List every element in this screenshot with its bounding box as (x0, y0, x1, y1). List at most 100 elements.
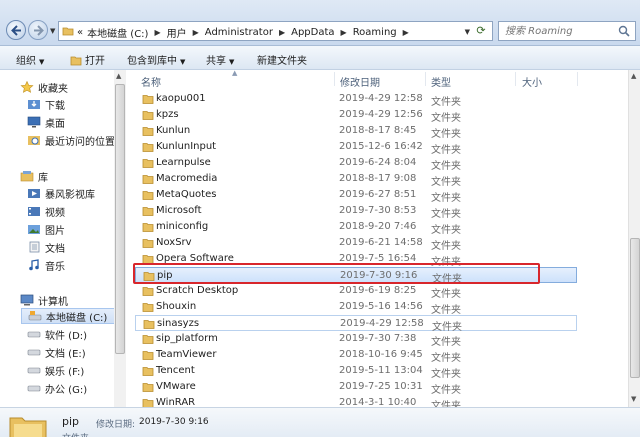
file-type: 文件夹 (431, 209, 461, 220)
column-date[interactable]: 修改日期 (340, 74, 380, 89)
file-row[interactable]: Tencent 2019-5-11 13:04 文件夹 (135, 363, 577, 380)
nav-drive-e[interactable]: 文档 (E:) (27, 344, 86, 360)
file-row[interactable]: Opera Software 2019-7-5 16:54 文件夹 (135, 251, 577, 268)
file-row[interactable]: pip 2019-7-30 9:16 文件夹 (135, 267, 577, 285)
file-list-scrollbar[interactable]: ▲ ▼ (628, 70, 640, 407)
column-divider[interactable] (515, 72, 516, 86)
organize-menu[interactable]: 组织 ▼ (16, 52, 44, 67)
share-menu[interactable]: 共享 ▼ (206, 52, 234, 67)
breadcrumb-appdata[interactable]: AppData (291, 27, 334, 38)
nav-drive-c[interactable]: 本地磁盘 (C:) (21, 308, 115, 324)
breadcrumb-overflow[interactable]: « (77, 27, 83, 38)
drive-icon (27, 331, 41, 338)
include-in-library-menu[interactable]: 包含到库中 ▼ (127, 52, 185, 67)
file-row[interactable]: KunlunInput 2015-12-6 16:42 文件夹 (135, 139, 577, 156)
search-input[interactable] (505, 24, 613, 38)
file-row[interactable]: Scratch Desktop 2019-6-19 8:25 文件夹 (135, 283, 577, 300)
forward-button[interactable] (28, 20, 48, 40)
file-type: 文件夹 (431, 225, 461, 236)
nav-recent-label: 最近访问的位置 (45, 136, 115, 148)
file-type: 文件夹 (431, 129, 461, 140)
folder-icon (142, 207, 154, 216)
organize-label: 组织 (16, 56, 36, 67)
nav-computer[interactable]: 计算机 (20, 292, 68, 308)
file-row[interactable]: NoxSrv 2019-6-21 14:58 文件夹 (135, 235, 577, 252)
address-bar[interactable]: « 本地磁盘 (C:) ▶ 用户 ▶ Administrator ▶ AppDa… (58, 21, 493, 41)
column-divider[interactable] (334, 72, 335, 86)
file-row[interactable]: WinRAR 2014-3-1 10:40 文件夹 (135, 395, 577, 407)
file-row[interactable]: MetaQuotes 2019-6-27 8:51 文件夹 (135, 187, 577, 204)
nav-drive-d[interactable]: 软件 (D:) (27, 326, 87, 342)
file-row[interactable]: kaopu001 2019-4-29 12:58 文件夹 (135, 91, 577, 108)
back-button[interactable] (6, 20, 26, 40)
breadcrumb-administrator[interactable]: Administrator (205, 27, 273, 38)
open-button[interactable]: 打开 (70, 52, 105, 67)
file-row[interactable]: Macromedia 2018-8-17 9:08 文件夹 (135, 171, 577, 188)
command-toolbar: 组织 ▼ 打开 包含到库中 ▼ 共享 ▼ 新建文件夹 (0, 46, 640, 70)
nav-downloads[interactable]: 下载 (27, 96, 65, 112)
file-name: Macromedia (156, 173, 218, 184)
file-row[interactable]: VMware 2019-7-25 10:31 文件夹 (135, 379, 577, 396)
file-row[interactable]: Kunlun 2018-8-17 8:45 文件夹 (135, 123, 577, 140)
new-folder-button[interactable]: 新建文件夹 (257, 52, 307, 67)
breadcrumb: « 本地磁盘 (C:) ▶ 用户 ▶ Administrator ▶ AppDa… (77, 25, 415, 40)
file-row[interactable]: Learnpulse 2019-6-24 8:04 文件夹 (135, 155, 577, 172)
chevron-right-icon[interactable]: ▶ (154, 28, 160, 37)
chevron-right-icon[interactable]: ▶ (193, 28, 199, 37)
search-icon[interactable] (618, 25, 630, 37)
file-row[interactable]: miniconfig 2018-9-20 7:46 文件夹 (135, 219, 577, 236)
nav-pictures[interactable]: 图片 (27, 221, 65, 237)
video-icon (28, 207, 40, 216)
file-date: 2019-6-21 14:58 (339, 237, 423, 248)
nav-music[interactable]: 音乐 (27, 257, 65, 273)
column-divider[interactable] (425, 72, 426, 86)
file-date: 2018-9-20 7:46 (339, 221, 417, 232)
column-divider[interactable] (577, 72, 578, 86)
nav-drive-g[interactable]: 办公 (G:) (27, 380, 87, 396)
details-pane: pip 修改日期: 2019-7-30 9:16 文件夹 (0, 407, 640, 437)
chevron-right-icon[interactable]: ▶ (341, 28, 347, 37)
file-date: 2018-8-17 9:08 (339, 173, 417, 184)
breadcrumb-users[interactable]: 用户 (167, 25, 187, 40)
nav-documents[interactable]: 文档 (27, 239, 65, 255)
search-box[interactable] (498, 21, 636, 41)
nav-desktop[interactable]: 桌面 (27, 114, 65, 130)
nav-videos[interactable]: 视频 (27, 203, 65, 219)
file-list-scroll-thumb[interactable] (630, 238, 640, 378)
chevron-right-icon[interactable]: ▶ (403, 28, 409, 37)
file-date: 2019-7-30 8:53 (339, 205, 417, 216)
scroll-down-icon[interactable]: ▼ (631, 395, 636, 403)
file-row[interactable]: kpzs 2019-4-29 12:56 文件夹 (135, 107, 577, 124)
address-dropdown-icon[interactable]: ▼ (465, 28, 470, 36)
column-name[interactable]: 名称 (141, 74, 161, 89)
column-type[interactable]: 类型 (431, 74, 451, 89)
file-row[interactable]: sinasyzs 2019-4-29 12:58 文件夹 (135, 315, 577, 333)
file-date: 2019-6-19 8:25 (339, 285, 417, 296)
picture-icon (28, 225, 40, 234)
nav-favorites[interactable]: 收藏夹 (20, 79, 68, 95)
file-row[interactable]: sip_platform 2019-7-30 7:38 文件夹 (135, 331, 577, 348)
nav-desktop-label: 桌面 (45, 118, 65, 130)
file-date: 2019-6-27 8:51 (339, 189, 417, 200)
file-row[interactable]: Microsoft 2019-7-30 8:53 文件夹 (135, 203, 577, 220)
details-name: pip (62, 415, 80, 428)
navigation-scroll-thumb[interactable] (115, 84, 125, 354)
nav-favorites-label: 收藏夹 (38, 83, 68, 95)
column-size[interactable]: 大小 (522, 74, 542, 89)
scroll-up-icon[interactable]: ▲ (631, 72, 636, 80)
navigation-scrollbar[interactable]: ▲ (114, 70, 126, 407)
nav-libraries[interactable]: 库 (20, 168, 48, 184)
breadcrumb-roaming[interactable]: Roaming (353, 27, 397, 38)
recent-pages-dropdown-icon[interactable]: ▼ (50, 27, 55, 35)
breadcrumb-drive-c[interactable]: 本地磁盘 (C:) (87, 25, 148, 40)
refresh-icon[interactable]: ⟳ (473, 24, 489, 38)
file-row[interactable]: Shouxin 2019-5-16 14:56 文件夹 (135, 299, 577, 316)
nav-baofeng-label: 暴风影视库 (45, 189, 95, 201)
nav-baofeng-library[interactable]: 暴风影视库 (27, 185, 95, 201)
chevron-right-icon[interactable]: ▶ (279, 28, 285, 37)
file-row[interactable]: TeamViewer 2018-10-16 9:45 文件夹 (135, 347, 577, 364)
scroll-up-icon[interactable]: ▲ (116, 72, 121, 80)
nav-recent-places[interactable]: 最近访问的位置 (27, 132, 115, 148)
nav-drive-f[interactable]: 娱乐 (F:) (27, 362, 84, 378)
file-date: 2019-7-30 7:38 (339, 333, 417, 344)
